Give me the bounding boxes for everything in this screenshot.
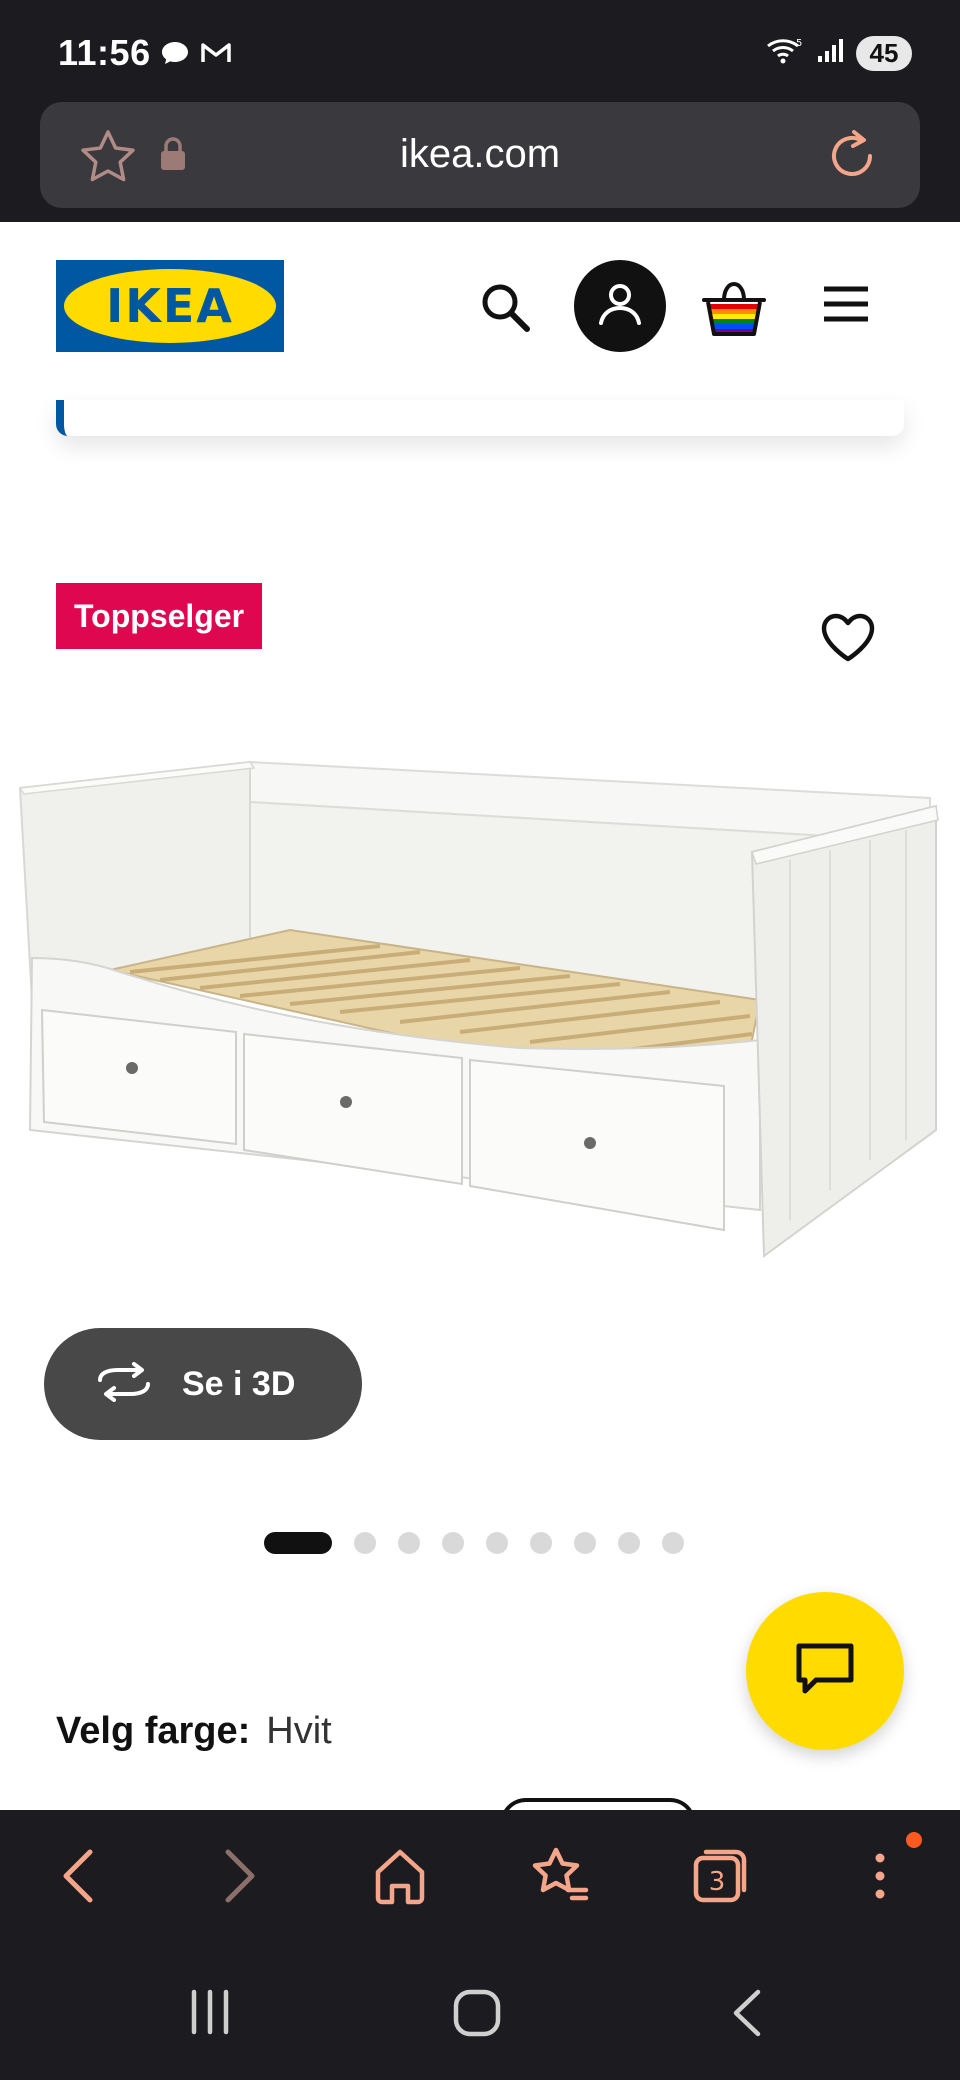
gmail-icon (200, 40, 232, 71)
bookmarks-icon[interactable] (528, 1846, 590, 1911)
color-selector: Velg farge: Hvit (56, 1710, 332, 1753)
logo-text: IKEA (106, 279, 234, 333)
carousel-dot[interactable] (486, 1532, 508, 1554)
carousel-dot[interactable] (354, 1532, 376, 1554)
tabs-icon[interactable]: 3 (690, 1846, 750, 1911)
color-label: Velg farge: (56, 1710, 251, 1752)
info-card-edge (56, 400, 904, 436)
status-bar: 11:56 5 45 (0, 0, 960, 100)
notification-dot (906, 1832, 922, 1848)
back-icon[interactable] (56, 1846, 100, 1911)
carousel-dot[interactable] (662, 1532, 684, 1554)
menu-icon[interactable] (822, 284, 870, 329)
notification-icons (160, 40, 232, 71)
carousel-dot[interactable] (530, 1532, 552, 1554)
basket-icon[interactable] (700, 278, 768, 343)
chat-bubble-icon (160, 40, 190, 71)
carousel-dot-active[interactable] (264, 1532, 332, 1554)
browser-top-bar: ikea.com (0, 100, 960, 222)
view-3d-label: Se i 3D (182, 1364, 296, 1403)
account-icon (593, 277, 647, 336)
top-seller-badge: Toppselger (56, 583, 263, 649)
rotate-3d-icon (94, 1361, 154, 1407)
account-button[interactable] (574, 260, 666, 352)
system-nav-bar (0, 1940, 960, 2080)
tab-count: 3 (709, 1867, 726, 1897)
battery-indicator: 45 (856, 36, 912, 71)
search-icon[interactable] (478, 280, 534, 341)
svg-text:5: 5 (796, 38, 802, 49)
carousel-dot[interactable] (442, 1532, 464, 1554)
heart-icon[interactable] (820, 612, 876, 669)
daybed-illustration (18, 760, 939, 1258)
more-icon[interactable] (866, 1846, 894, 1911)
status-right: 5 45 (766, 36, 912, 71)
carousel-dot[interactable] (618, 1532, 640, 1554)
color-value: Hvit (266, 1710, 332, 1752)
ikea-logo[interactable]: IKEA (56, 260, 284, 352)
view-3d-button[interactable]: Se i 3D (44, 1328, 362, 1440)
carousel-dot[interactable] (574, 1532, 596, 1554)
recent-apps-icon[interactable] (186, 1988, 234, 2041)
status-time: 11:56 (58, 32, 151, 73)
reload-icon[interactable] (824, 126, 880, 189)
chat-icon (794, 1641, 856, 1702)
signal-icon (816, 38, 844, 69)
home-icon[interactable] (372, 1846, 428, 1911)
browser-toolbar: 3 (0, 1810, 960, 1940)
carousel-dots (264, 1532, 684, 1554)
carousel-dot[interactable] (398, 1532, 420, 1554)
url-bar[interactable]: ikea.com (40, 102, 920, 208)
wifi-icon: 5 (766, 36, 804, 71)
site-header: IKEA (0, 222, 960, 408)
home-button-icon[interactable] (452, 1988, 502, 2043)
forward-icon[interactable] (218, 1846, 262, 1911)
chat-button[interactable] (746, 1592, 904, 1750)
system-back-icon[interactable] (728, 1988, 768, 2043)
logo-oval: IKEA (64, 269, 276, 343)
product-image[interactable] (0, 740, 960, 1280)
url-text[interactable]: ikea.com (40, 132, 920, 177)
